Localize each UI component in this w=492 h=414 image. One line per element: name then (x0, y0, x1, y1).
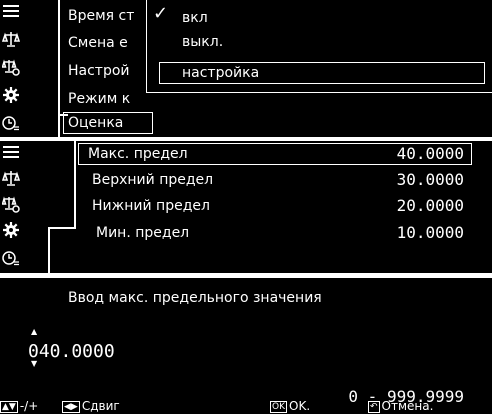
menu-item-time[interactable]: Время ст (68, 8, 134, 24)
entry-title: Ввод макс. предельного значения (68, 290, 322, 306)
gear-icon[interactable] (2, 86, 20, 104)
menu-item-setting[interactable]: Настрой (68, 63, 130, 79)
max-limit-value: 40.0000 (396, 144, 464, 163)
menu-item-mode[interactable]: Режим к (68, 91, 130, 107)
tree-line (58, 0, 60, 137)
gear-icon[interactable] (2, 221, 20, 239)
softkey-cancel[interactable]: ↶ Отмена. (368, 398, 433, 414)
softkey-increment[interactable]: ▲▼ -/+ (0, 398, 38, 414)
check-icon: ✓ (153, 3, 169, 24)
value-entry-panel: Ввод макс. предельного значения ▲ 040.00… (0, 278, 492, 414)
settings-menu-panel: Время ст Смена е Настрой Режим к Оценка … (0, 0, 492, 137)
softkey-shift[interactable]: ◀▶ Сдвиг (62, 398, 120, 414)
left-right-icon: ◀▶ (62, 400, 80, 413)
softkey-ok[interactable]: OK OK. (270, 398, 310, 414)
option-on[interactable]: вкл (182, 10, 208, 26)
ok-label: OK. (289, 399, 311, 413)
sidebar (0, 141, 22, 273)
min-limit-label[interactable]: Мин. предел (96, 225, 189, 241)
return-icon: ↶ (368, 400, 380, 413)
lower-limit-value: 20.0000 (396, 196, 464, 215)
upper-limit-value: 30.0000 (396, 170, 464, 189)
cancel-label: Отмена. (381, 399, 434, 413)
max-limit-label[interactable]: Макс. предел (88, 146, 188, 162)
balance-settings-icon[interactable] (2, 195, 20, 213)
balance-settings-icon[interactable] (2, 58, 20, 76)
lower-limit-label[interactable]: Нижний предел (92, 198, 210, 214)
entry-value[interactable]: 040.0000 (28, 342, 115, 362)
option-off[interactable]: выкл. (182, 34, 223, 50)
tree-line-outer (48, 227, 50, 273)
cursor-up-icon: ▲ (31, 327, 38, 336)
shift-label: Сдвиг (81, 399, 120, 413)
clock-settings-icon[interactable] (2, 249, 20, 267)
increment-label: -/+ (19, 399, 39, 413)
limits-panel: Макс. предел 40.0000 Верхний предел 30.0… (0, 141, 492, 273)
min-limit-value: 10.0000 (396, 223, 464, 242)
upper-limit-label[interactable]: Верхний предел (92, 172, 213, 188)
menu-item-unit-change[interactable]: Смена е (68, 35, 128, 51)
clock-settings-icon[interactable] (2, 114, 20, 132)
list-icon[interactable] (2, 143, 20, 161)
softkey-bar: ▲▼ -/+ ◀▶ Сдвиг OK OK. ↶ Отмена. (0, 398, 492, 414)
list-icon[interactable] (2, 2, 20, 20)
up-down-icon: ▲▼ (0, 400, 18, 413)
balance-icon[interactable] (2, 30, 20, 48)
sidebar (0, 0, 22, 137)
menu-item-evaluation[interactable]: Оценка (68, 115, 123, 131)
option-setting[interactable]: настройка (182, 65, 259, 81)
cursor-down-icon: ▼ (31, 359, 38, 368)
ok-key-icon: OK (270, 400, 287, 413)
balance-icon[interactable] (2, 169, 20, 187)
tree-line (74, 141, 76, 229)
tree-branch-outer (48, 227, 76, 229)
dropdown: ✓ вкл выкл. настройка (146, 0, 492, 93)
